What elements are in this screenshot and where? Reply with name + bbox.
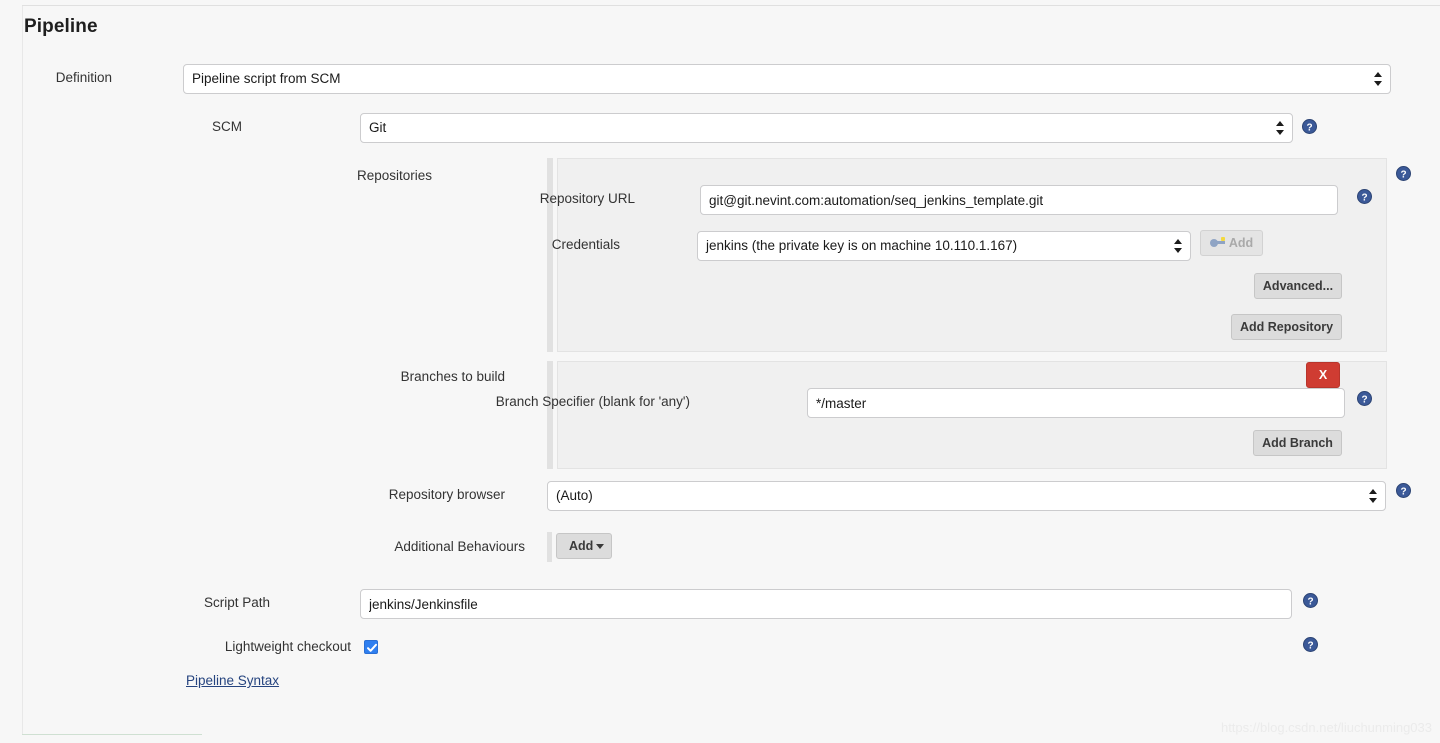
scm-help-icon[interactable]: ?	[1302, 119, 1317, 134]
lightweight-checkout-help-icon[interactable]: ?	[1303, 637, 1318, 652]
credentials-select[interactable]: jenkins (the private key is on machine 1…	[697, 231, 1191, 261]
script-path-input[interactable]	[360, 589, 1292, 619]
branch-specifier-help-icon[interactable]: ?	[1357, 391, 1372, 406]
svg-text:?: ?	[1306, 122, 1312, 133]
window-bottom-edge	[22, 734, 202, 735]
spinner-arrows-icon[interactable]	[1374, 71, 1383, 87]
section-divider	[22, 5, 1440, 6]
spinner-arrows-icon[interactable]	[1276, 120, 1285, 136]
additional-behaviours-group-bar	[547, 532, 552, 562]
spinner-arrows-icon[interactable]	[1174, 238, 1183, 254]
scm-select-value: Git	[369, 120, 387, 135]
repository-url-label: Repository URL	[539, 191, 635, 206]
chevron-down-icon	[596, 544, 604, 549]
advanced-button-label: Advanced...	[1262, 279, 1334, 293]
credentials-select-value: jenkins (the private key is on machine 1…	[706, 238, 1018, 253]
credentials-label: Credentials	[551, 237, 620, 252]
add-behaviour-button[interactable]: Add	[556, 533, 612, 559]
add-branch-button[interactable]: Add Branch	[1253, 430, 1342, 456]
add-branch-button-label: Add Branch	[1262, 436, 1333, 450]
delete-branch-button[interactable]: X	[1306, 362, 1340, 388]
repository-url-input[interactable]	[700, 185, 1338, 215]
script-path-help-icon[interactable]: ?	[1303, 593, 1318, 608]
watermark: https://blog.csdn.net/liuchunming033	[1220, 720, 1432, 735]
svg-text:?: ?	[1307, 640, 1313, 651]
repositories-label: Repositories	[356, 168, 432, 183]
repository-browser-select-value: (Auto)	[556, 488, 593, 503]
svg-text:?: ?	[1361, 394, 1367, 405]
scm-label: SCM	[212, 119, 242, 134]
definition-select[interactable]: Pipeline script from SCM	[183, 64, 1391, 94]
lightweight-checkout-checkbox[interactable]	[364, 640, 378, 654]
spinner-arrows-icon[interactable]	[1369, 488, 1378, 504]
advanced-button[interactable]: Advanced...	[1254, 273, 1342, 299]
add-credentials-label: Add	[1228, 236, 1254, 250]
script-path-label: Script Path	[203, 595, 270, 610]
repository-browser-help-icon[interactable]: ?	[1396, 483, 1411, 498]
repository-url-help-icon[interactable]: ?	[1357, 189, 1372, 204]
svg-text:?: ?	[1400, 169, 1406, 180]
definition-select-value: Pipeline script from SCM	[192, 71, 341, 86]
add-behaviour-button-label: Add	[569, 539, 594, 553]
branch-specifier-label: Branch Specifier (blank for 'any')	[495, 394, 690, 409]
additional-behaviours-label: Additional Behaviours	[394, 539, 525, 554]
key-icon	[1209, 237, 1225, 248]
repository-browser-label: Repository browser	[388, 487, 505, 502]
svg-text:?: ?	[1400, 486, 1406, 497]
page-title: Pipeline	[24, 16, 98, 37]
add-credentials-button[interactable]: Add	[1200, 230, 1263, 256]
svg-text:?: ?	[1361, 192, 1367, 203]
pipeline-syntax-link[interactable]: Pipeline Syntax	[186, 673, 279, 688]
lightweight-checkout-label: Lightweight checkout	[224, 639, 351, 654]
branches-to-build-label: Branches to build	[400, 369, 505, 384]
branches-group-bar	[547, 361, 553, 469]
branch-specifier-input[interactable]	[807, 388, 1345, 418]
repositories-group-bar	[547, 158, 553, 352]
repositories-help-icon[interactable]: ?	[1396, 166, 1411, 181]
scm-select[interactable]: Git	[360, 113, 1293, 143]
add-repository-button[interactable]: Add Repository	[1231, 314, 1342, 340]
repository-browser-select[interactable]: (Auto)	[547, 481, 1386, 511]
window-left-edge	[22, 5, 23, 735]
add-repository-button-label: Add Repository	[1239, 320, 1334, 334]
delete-branch-label: X	[1318, 368, 1328, 382]
svg-text:?: ?	[1307, 596, 1313, 607]
definition-label: Definition	[55, 70, 112, 85]
